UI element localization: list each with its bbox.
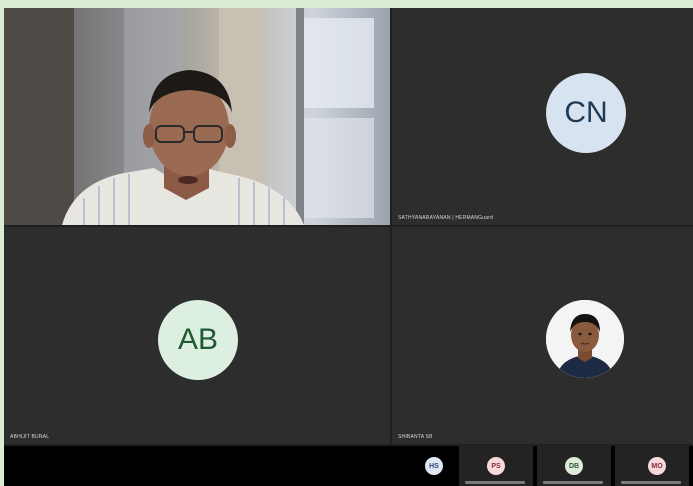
strip-name-db xyxy=(543,481,603,484)
video-tile-speaker[interactable] xyxy=(4,8,390,225)
strip-avatar-db: DB xyxy=(565,457,583,475)
strip-name-ps xyxy=(465,481,525,484)
participant-name-sb: SHIBANTA SB xyxy=(398,434,433,440)
video-tile-ab[interactable]: AB ABHIJIT BURAL xyxy=(4,227,390,444)
strip-tile-mo[interactable]: MO xyxy=(615,446,689,486)
video-tile-cn[interactable]: CN SATHYANARAYANAN | HERMANGuard xyxy=(392,8,693,225)
profile-photo-image xyxy=(546,300,624,378)
strip-avatar-hs: HS xyxy=(425,457,443,475)
strip-tile-ps[interactable]: PS xyxy=(459,446,533,486)
meeting-grid: CN SATHYANARAYANAN | HERMANGuard AB ABHI… xyxy=(4,8,693,486)
speaker-video-feed xyxy=(4,8,390,225)
avatar-ab: AB xyxy=(158,300,238,380)
participant-name-ab: ABHIJIT BURAL xyxy=(10,434,50,440)
participant-name-cn: SATHYANARAYANAN | HERMANGuard xyxy=(398,215,494,221)
participant-strip: HS PS DB MO xyxy=(4,446,693,486)
avatar-cn: CN xyxy=(546,73,626,153)
profile-photo-avatar xyxy=(546,300,624,378)
video-tile-sb[interactable]: SHIBANTA SB xyxy=(392,227,693,444)
strip-tile-hs[interactable]: HS xyxy=(397,446,457,486)
strip-tile-db[interactable]: DB xyxy=(537,446,611,486)
strip-avatar-ps: PS xyxy=(487,457,505,475)
strip-name-mo xyxy=(621,481,681,484)
strip-avatar-mo: MO xyxy=(648,457,666,475)
